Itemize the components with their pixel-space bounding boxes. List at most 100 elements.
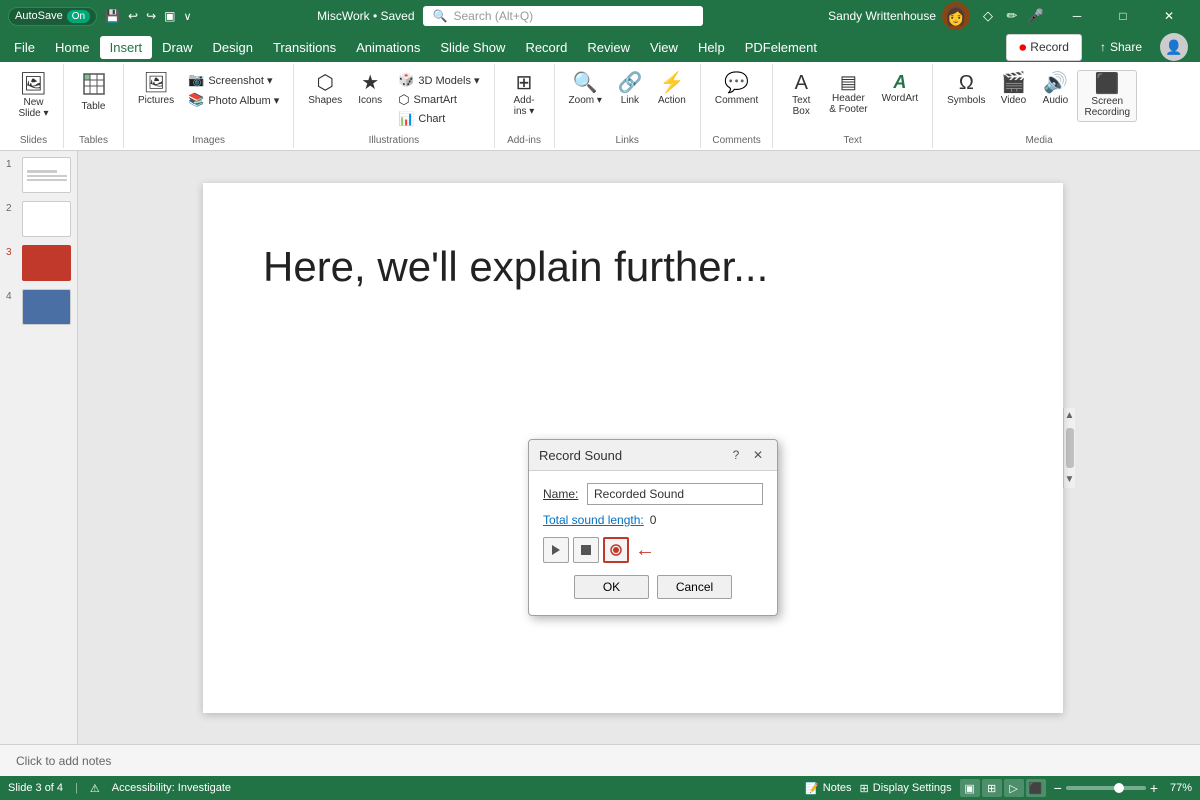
reading-view-btn[interactable]: ▷ bbox=[1004, 779, 1024, 797]
table-btn[interactable]: Table bbox=[74, 70, 114, 115]
zoom-btn[interactable]: 🔍 Zoom ▾ bbox=[563, 70, 608, 109]
notes-btn[interactable]: 📝 Notes bbox=[805, 782, 851, 795]
menu-home[interactable]: Home bbox=[45, 36, 100, 59]
zoom-level[interactable]: 77% bbox=[1162, 782, 1192, 794]
dialog-name-input[interactable] bbox=[587, 483, 763, 505]
search-bar[interactable]: 🔍 Search (Alt+Q) bbox=[423, 6, 703, 26]
menu-design[interactable]: Design bbox=[203, 36, 263, 59]
menu-draw[interactable]: Draw bbox=[152, 36, 202, 59]
maximize-btn[interactable]: □ bbox=[1100, 0, 1146, 32]
notes-bar[interactable]: Click to add notes bbox=[0, 744, 1200, 776]
accessibility-label[interactable]: Accessibility: Investigate bbox=[112, 782, 231, 794]
action-btn[interactable]: ⚡ Action bbox=[652, 70, 692, 109]
mic-icon[interactable]: 🎤 bbox=[1026, 6, 1046, 26]
ribbon-group-illustrations: ⬡ Shapes ★ Icons 🎲 3D Models ▾ ⬡ SmartAr… bbox=[294, 64, 494, 148]
chart-btn[interactable]: 📊 Chart bbox=[392, 109, 485, 127]
record-sound-dialog[interactable]: Record Sound ? ✕ Name: Total sound lengt… bbox=[528, 439, 778, 616]
dialog-footer: OK Cancel bbox=[543, 575, 763, 603]
close-btn[interactable]: ✕ bbox=[1146, 0, 1192, 32]
header-footer-btn[interactable]: ▤ Header& Footer bbox=[823, 70, 873, 118]
images-group-label: Images bbox=[192, 131, 225, 146]
audio-btn[interactable]: 🔊 Audio bbox=[1035, 70, 1075, 109]
link-btn[interactable]: 🔗 Link bbox=[610, 70, 650, 109]
zoom-in-icon[interactable]: + bbox=[1150, 780, 1158, 796]
photo-album-icon: 📚 bbox=[188, 93, 204, 106]
slide-line-2 bbox=[27, 175, 67, 177]
menu-animations[interactable]: Animations bbox=[346, 36, 430, 59]
presentation-icon[interactable]: ▣ bbox=[164, 9, 175, 23]
pictures-btn[interactable]: 🖼 Pictures bbox=[132, 70, 180, 109]
ribbon-icon[interactable]: ◇ bbox=[978, 6, 998, 26]
menu-insert[interactable]: Insert bbox=[100, 36, 153, 59]
record-btn[interactable] bbox=[603, 537, 629, 563]
menu-transitions[interactable]: Transitions bbox=[263, 36, 346, 59]
slideshow-btn[interactable]: ⬛ bbox=[1026, 779, 1046, 797]
menu-slideshow[interactable]: Slide Show bbox=[430, 36, 515, 59]
slide-thumb-3[interactable]: 3 bbox=[4, 243, 73, 283]
textbox-btn[interactable]: A TextBox bbox=[781, 70, 821, 120]
autosave-toggle[interactable]: AutoSave On bbox=[8, 7, 97, 26]
customize-icon[interactable]: ∨ bbox=[183, 10, 191, 23]
user-avatar[interactable]: 👩 bbox=[942, 2, 970, 30]
comment-btn[interactable]: 💬 Comment bbox=[709, 70, 764, 109]
user-menu-btn[interactable]: 👤 bbox=[1160, 33, 1188, 61]
zoom-thumb[interactable] bbox=[1114, 783, 1124, 793]
normal-view-btn[interactable]: ▣ bbox=[960, 779, 980, 797]
stop-btn[interactable] bbox=[573, 537, 599, 563]
display-settings-btn[interactable]: ⊞ Display Settings bbox=[860, 782, 952, 795]
cancel-button[interactable]: Cancel bbox=[657, 575, 732, 599]
dialog-help-btn[interactable]: ? bbox=[727, 446, 745, 464]
record-button[interactable]: ⏺ Record bbox=[1006, 34, 1082, 61]
scroll-thumb[interactable] bbox=[1066, 428, 1074, 468]
menu-file[interactable]: File bbox=[4, 36, 45, 59]
slide-thumb-4[interactable]: 4 bbox=[4, 287, 73, 327]
slide-canvas[interactable]: Here, we'll explain further... Record So… bbox=[203, 183, 1063, 713]
dialog-close-btn[interactable]: ✕ bbox=[749, 446, 767, 464]
redo-icon[interactable]: ↪ bbox=[146, 9, 156, 23]
menu-review[interactable]: Review bbox=[577, 36, 640, 59]
zoom-control[interactable]: − + 77% bbox=[1054, 780, 1192, 796]
new-slide-btn[interactable]: 🖼 NewSlide ▾ bbox=[12, 70, 54, 122]
save-icon[interactable]: 💾 bbox=[105, 9, 120, 23]
play-btn[interactable] bbox=[543, 537, 569, 563]
menu-help[interactable]: Help bbox=[688, 36, 735, 59]
slide-thumb-1[interactable]: 1 bbox=[4, 155, 73, 195]
smartart-btn[interactable]: ⬡ SmartArt bbox=[392, 90, 485, 108]
zoom-out-icon[interactable]: − bbox=[1054, 780, 1062, 796]
zoom-track[interactable] bbox=[1066, 786, 1146, 790]
symbols-btn[interactable]: Ω Symbols bbox=[941, 70, 991, 109]
shapes-btn[interactable]: ⬡ Shapes bbox=[302, 70, 348, 109]
menu-record[interactable]: Record bbox=[515, 36, 577, 59]
vertical-scrollbar[interactable]: ▲ ▼ bbox=[1063, 408, 1075, 488]
dialog-length-label: Total sound length: bbox=[543, 513, 644, 527]
addins-group-label: Add-ins bbox=[507, 131, 541, 146]
slide-thumb-2[interactable]: 2 bbox=[4, 199, 73, 239]
pen-icon[interactable]: ✏ bbox=[1002, 6, 1022, 26]
scroll-down-arrow[interactable]: ▼ bbox=[1064, 472, 1075, 488]
menu-view[interactable]: View bbox=[640, 36, 688, 59]
ok-button[interactable]: OK bbox=[574, 575, 649, 599]
slide-sorter-btn[interactable]: ⊞ bbox=[982, 779, 1002, 797]
icons-btn[interactable]: ★ Icons bbox=[350, 70, 390, 109]
status-right: 📝 Notes ⊞ Display Settings ▣ ⊞ ▷ ⬛ − + 7… bbox=[805, 779, 1192, 797]
3d-models-btn[interactable]: 🎲 3D Models ▾ bbox=[392, 70, 485, 89]
title-bar-center: MiscWork • Saved 🔍 Search (Alt+Q) bbox=[317, 6, 702, 26]
addins-btn[interactable]: ⊞ Add-ins ▾ bbox=[504, 70, 544, 120]
undo-icon[interactable]: ↩ bbox=[128, 9, 138, 23]
menu-pdfelement[interactable]: PDFelement bbox=[735, 36, 827, 59]
share-button[interactable]: ↑ Share bbox=[1088, 36, 1154, 58]
user-info: Sandy Writtenhouse 👩 bbox=[828, 2, 970, 30]
wordart-btn[interactable]: A WordArt bbox=[876, 70, 925, 107]
share-btn-label: Share bbox=[1110, 40, 1142, 54]
share-icon: ↑ bbox=[1100, 40, 1106, 54]
video-btn[interactable]: 🎬 Video bbox=[993, 70, 1033, 109]
screen-recording-btn[interactable]: ⬛ ScreenRecording bbox=[1077, 70, 1137, 122]
minimize-btn[interactable]: ─ bbox=[1054, 0, 1100, 32]
scroll-up-arrow[interactable]: ▲ bbox=[1064, 408, 1075, 424]
photo-album-btn[interactable]: 📚 Photo Album ▾ bbox=[182, 90, 285, 109]
comment-icon: 💬 bbox=[724, 73, 749, 93]
screenshot-btn[interactable]: 📷 Screenshot ▾ bbox=[182, 70, 285, 89]
record-btn-label: Record bbox=[1030, 40, 1069, 54]
dialog-title-icons: ? ✕ bbox=[727, 446, 767, 464]
images-col: 📷 Screenshot ▾ 📚 Photo Album ▾ bbox=[182, 70, 285, 109]
